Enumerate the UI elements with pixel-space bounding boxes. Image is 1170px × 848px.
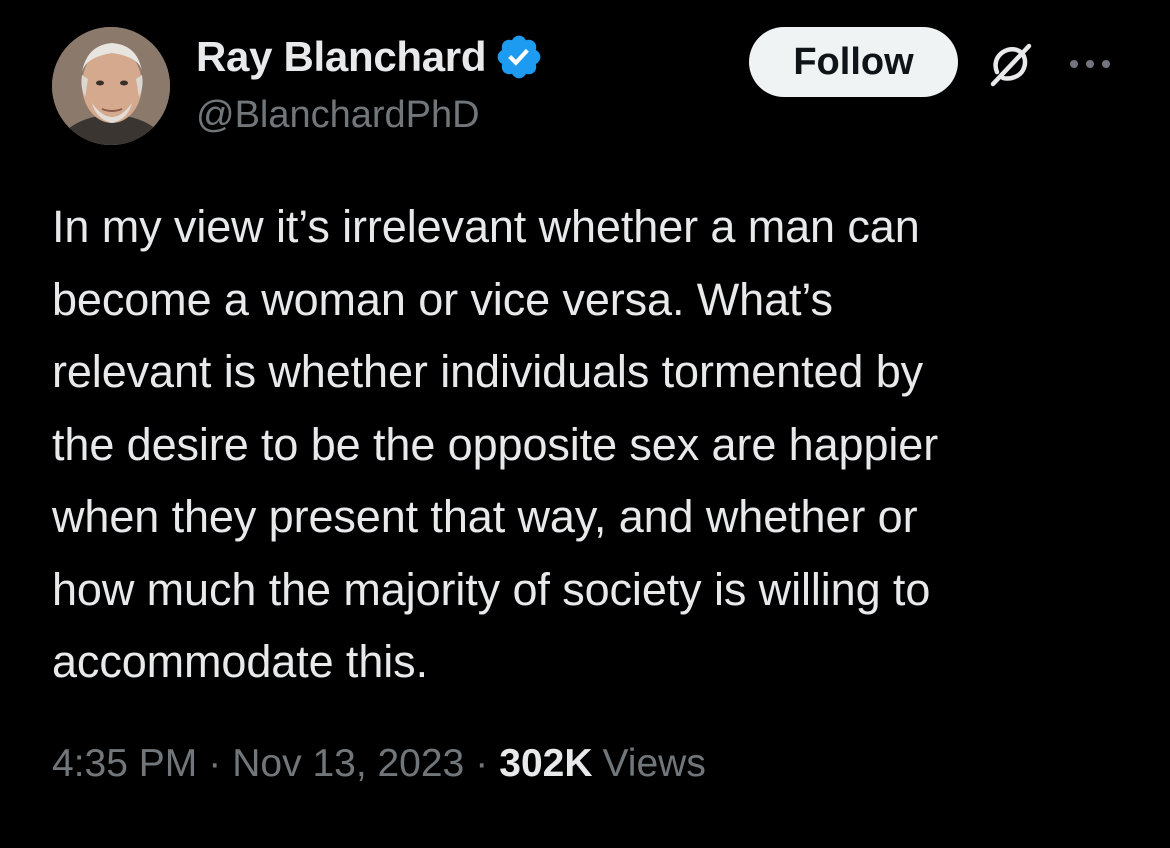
author-handle[interactable]: @BlanchardPhD — [196, 94, 480, 137]
avatar-image — [52, 27, 170, 145]
tweet-time[interactable]: 4:35 PM — [52, 742, 197, 786]
follow-button[interactable]: Follow — [749, 27, 958, 97]
views-count[interactable]: 302K — [499, 742, 592, 786]
tweet-date[interactable]: Nov 13, 2023 — [232, 742, 464, 786]
meta-separator: · — [475, 742, 489, 785]
more-icon[interactable] — [1066, 50, 1114, 78]
tweet-card: Ray Blanchard @BlanchardPhD Follow In my… — [0, 0, 1170, 848]
views-label: Views — [602, 742, 706, 785]
tweet-meta: 4:35 PM · Nov 13, 2023 · 302K Views — [52, 742, 706, 786]
grok-icon[interactable] — [983, 36, 1039, 92]
author-name-row: Ray Blanchard — [196, 32, 544, 82]
meta-separator: · — [208, 742, 222, 785]
avatar[interactable] — [52, 27, 170, 145]
verified-badge-icon[interactable] — [494, 32, 544, 82]
author-display-name[interactable]: Ray Blanchard — [196, 33, 487, 81]
tweet-text: In my view it’s irrelevant whether a man… — [52, 201, 939, 687]
